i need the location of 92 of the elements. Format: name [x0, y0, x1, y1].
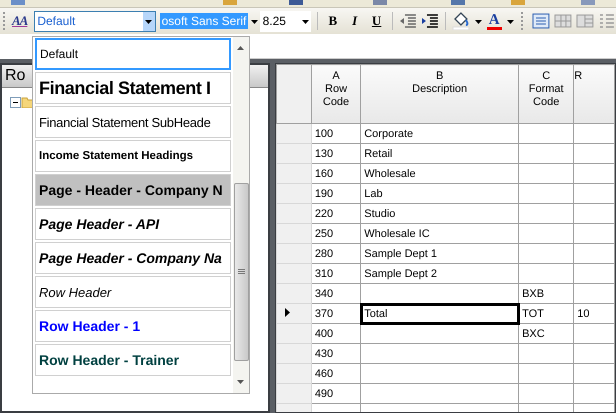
style-option[interactable]: Row Header: [35, 276, 231, 308]
row-selector[interactable]: [276, 304, 312, 324]
toolbar-icon[interactable]: [372, 0, 388, 6]
table-cell: BXB: [518, 284, 574, 304]
table-cell: [518, 364, 574, 384]
table-cell: 400: [311, 324, 361, 344]
current-row-icon: [285, 308, 290, 316]
table-cell: [574, 164, 614, 184]
table-cell: [574, 384, 614, 404]
table-cell: Total: [360, 304, 519, 324]
table-cell: [518, 184, 574, 204]
table-cell: 430: [311, 344, 361, 364]
toolbar-icon[interactable]: [450, 0, 466, 6]
size-combo[interactable]: 8.25: [260, 10, 312, 32]
bold-button[interactable]: B: [324, 11, 342, 31]
table-cell: 190: [311, 184, 361, 204]
dropdown-arrow-icon: [250, 18, 260, 24]
style-option[interactable]: Income Statement Headings: [35, 140, 231, 172]
indent-icon[interactable]: [420, 14, 439, 28]
toolbar-grip: [521, 12, 526, 30]
table-cell: [574, 204, 614, 224]
table-cell: TOT: [518, 304, 574, 324]
table-cell: Wholesale IC: [360, 224, 519, 244]
table-cell: Corporate: [360, 124, 519, 144]
table-cell: Retail: [360, 144, 519, 164]
dropdown-arrow-icon: [144, 18, 154, 24]
toolbar-icon[interactable]: [580, 0, 596, 6]
toolbar-grip: [3, 12, 8, 30]
table-cell: 10: [574, 304, 614, 324]
table-cell: [574, 264, 614, 284]
table-cell: Sample Dept 1: [360, 244, 519, 264]
table-cell: [518, 384, 574, 404]
style-option[interactable]: Page Header - Company Na: [35, 242, 231, 274]
table-cell: Sample Dept 2: [360, 264, 519, 284]
styles-icon[interactable]: AA: [12, 13, 30, 29]
table-cell: [574, 184, 614, 204]
table-cell: 220: [311, 204, 361, 224]
style-option[interactable]: Financial Statement SubHeade: [35, 106, 231, 138]
table-cell: Lab: [360, 184, 519, 204]
table-cell: 250: [311, 224, 361, 244]
outdent-icon[interactable]: [399, 14, 417, 28]
table-cell: [574, 284, 614, 304]
table-cell: 130: [311, 144, 361, 164]
form-icon[interactable]: [532, 13, 550, 29]
table-cell: Wholesale: [360, 164, 519, 184]
table-cell: [518, 344, 574, 364]
grip-lines-icon: [238, 269, 245, 275]
table-cell: 340: [311, 284, 361, 304]
scroll-up-icon[interactable]: [236, 45, 245, 51]
scrollbar[interactable]: [233, 37, 249, 393]
table-cell: [574, 144, 614, 164]
underline-button[interactable]: U: [368, 11, 386, 31]
style-combo[interactable]: Default: [34, 10, 156, 32]
table-cell: [574, 364, 614, 384]
table-cell: [574, 224, 614, 244]
table-cell: [574, 344, 614, 364]
font-color-button[interactable]: A: [486, 12, 502, 30]
dropdown-arrow-icon[interactable]: [474, 18, 483, 24]
columns-icon[interactable]: [576, 13, 594, 29]
table-cell: [518, 244, 574, 264]
table-cell: BXC: [518, 324, 574, 344]
table-cell: Studio: [360, 204, 519, 224]
table-icon[interactable]: [554, 13, 572, 29]
style-option[interactable]: Page Header - API: [35, 208, 231, 240]
list-icon[interactable]: [598, 13, 616, 29]
table-cell: 280: [311, 244, 361, 264]
table-cell: 490: [311, 384, 361, 404]
collapse-icon[interactable]: [10, 96, 21, 108]
table-cell: [518, 264, 574, 284]
table-cell: [518, 164, 574, 184]
toolbar-icon[interactable]: [288, 0, 304, 6]
table-cell: 100: [311, 124, 361, 144]
dropdown-arrow-icon: [300, 18, 310, 24]
table-cell: [518, 204, 574, 224]
table-cell: 160: [311, 164, 361, 184]
style-option[interactable]: Page - Header - Company N: [35, 174, 231, 206]
dropdown-arrow-icon[interactable]: [506, 18, 514, 24]
table-cell: [518, 224, 574, 244]
scroll-down-icon[interactable]: [236, 379, 245, 385]
table-cell: 460: [311, 364, 361, 384]
style-option[interactable]: Financial Statement I: [35, 72, 231, 104]
italic-button[interactable]: I: [346, 11, 364, 31]
style-option[interactable]: Default: [35, 38, 231, 70]
table-cell: [518, 144, 574, 164]
table-cell: [574, 244, 614, 264]
style-option[interactable]: Row Header - Trainer: [35, 344, 231, 376]
style-option[interactable]: Row Header - 1: [35, 310, 231, 342]
scroll-thumb[interactable]: [234, 183, 249, 361]
table-cell: 310: [311, 264, 361, 284]
toolbar-icon[interactable]: [10, 0, 26, 6]
table-cell: [574, 324, 614, 344]
paint-bucket-icon[interactable]: [452, 12, 470, 30]
